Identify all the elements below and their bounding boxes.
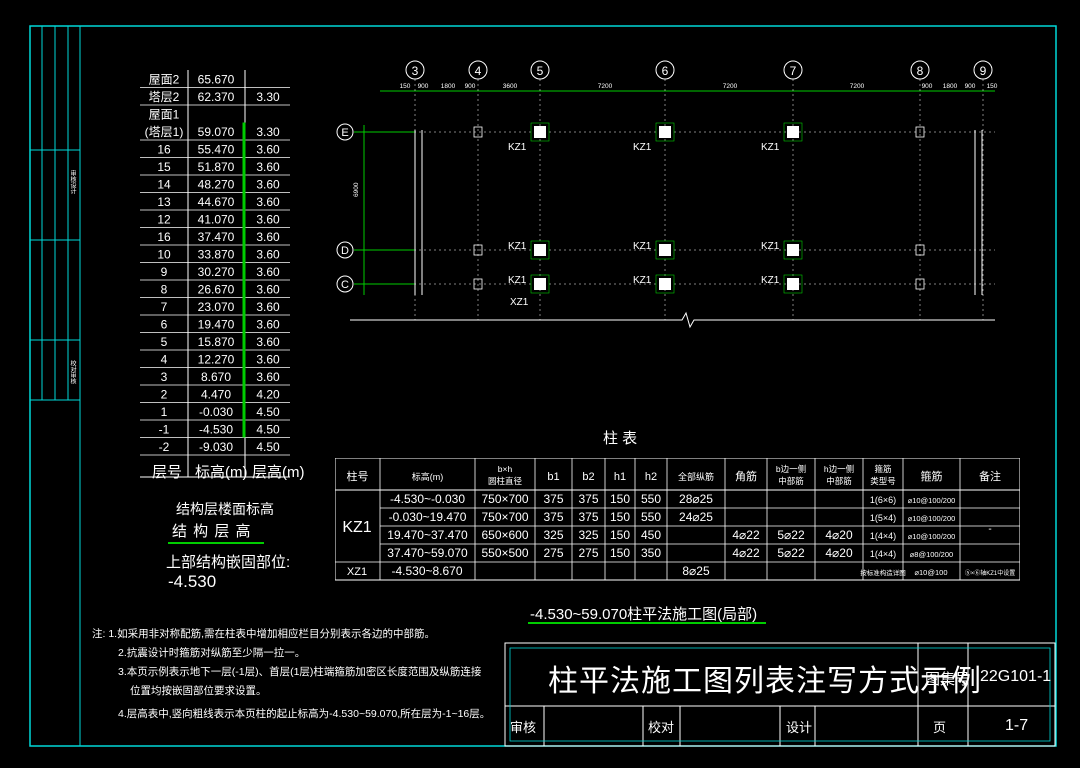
atlas-number: 22G101-1 (980, 668, 1052, 685)
check-label: 校对 (648, 720, 675, 735)
page-label: 页 (933, 720, 947, 735)
atlas-label: 图集号 (925, 671, 971, 688)
title-block-frame (504, 642, 1056, 747)
review-label: 审核 (510, 720, 537, 735)
page-number: 1-7 (1005, 717, 1029, 734)
design-label: 设计 (786, 720, 813, 735)
drawing-title: 柱平法施工图列表注写方式示例 (548, 665, 982, 698)
